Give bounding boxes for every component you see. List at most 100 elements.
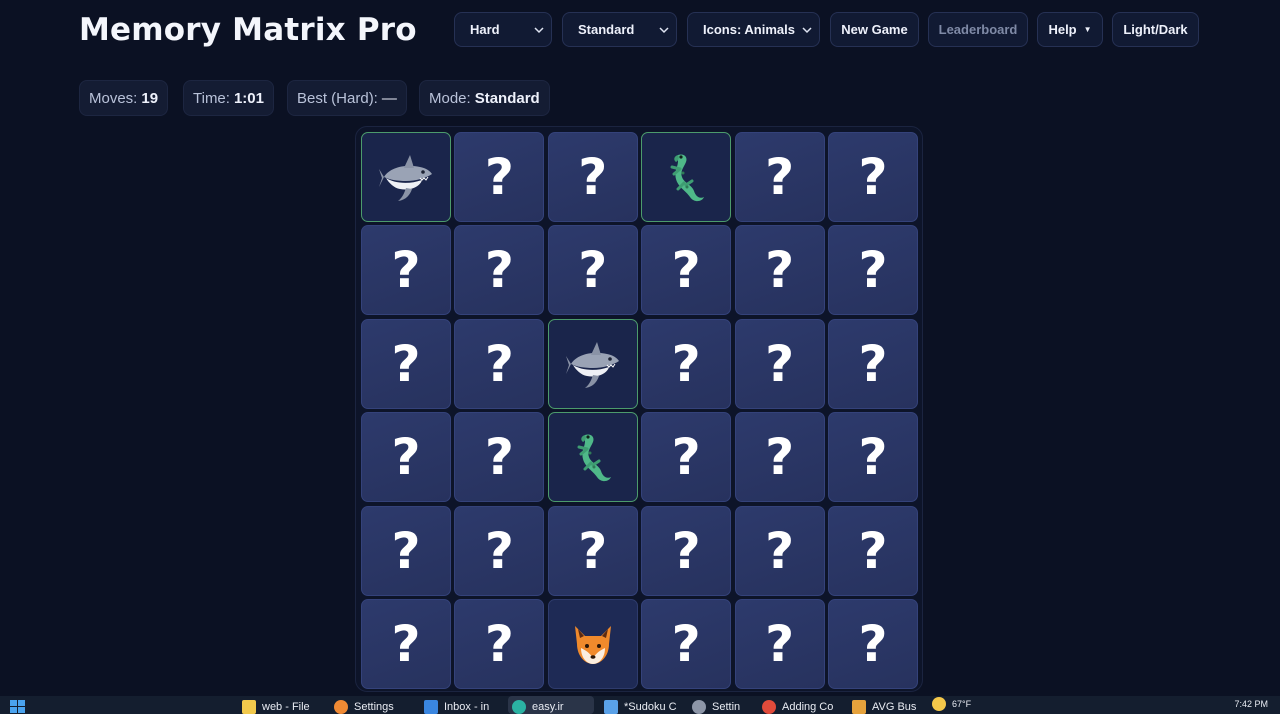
question-mark-icon: ? (671, 334, 701, 393)
taskbar-item[interactable]: Inbox - in (424, 700, 489, 714)
weather-widget[interactable]: 67°F (932, 697, 971, 711)
card-hidden[interactable]: ? (641, 412, 732, 503)
shark-icon (565, 341, 619, 388)
taskbar-item[interactable]: web - File (242, 700, 310, 714)
difficulty-value: Hard (470, 22, 500, 37)
question-mark-icon: ? (858, 428, 888, 487)
caret-down-icon: ▼ (1083, 25, 1092, 34)
mode-value: Standard (578, 22, 635, 37)
card-hidden[interactable]: ? (547, 132, 638, 222)
card-hidden[interactable]: ? (641, 505, 732, 596)
taskbar-item[interactable]: Settin (692, 700, 740, 714)
best-label: Best (Hard): (297, 89, 378, 107)
best-value: — (381, 89, 397, 107)
lizard-icon (577, 434, 611, 482)
card-hidden[interactable]: ? (641, 599, 732, 689)
weather-icon (932, 697, 946, 711)
card-hidden[interactable]: ? (454, 505, 545, 596)
card-hidden[interactable]: ? (454, 412, 545, 503)
taskbar-item[interactable]: easy.ir (512, 700, 564, 714)
question-mark-icon: ? (858, 148, 888, 206)
time-value: 1:01 (233, 89, 264, 107)
question-mark-icon: ? (671, 521, 701, 580)
question-mark-icon: ? (671, 241, 701, 300)
taskbar-item[interactable]: Settings (334, 700, 394, 714)
card-lizard-matched[interactable] (641, 132, 732, 222)
question-mark-icon: ? (484, 521, 514, 580)
mail-icon (424, 700, 438, 714)
question-mark-icon: ? (765, 521, 795, 580)
taskbar-item[interactable]: Adding Co (762, 700, 833, 714)
question-mark-icon: ? (484, 428, 514, 487)
card-hidden[interactable]: ? (734, 318, 825, 409)
card-fox-revealed[interactable] (547, 599, 638, 689)
gear-icon (692, 700, 706, 714)
card-hidden[interactable]: ? (734, 225, 825, 316)
card-hidden[interactable]: ? (641, 225, 732, 316)
taskbar-item-label: web - File (262, 701, 310, 713)
card-hidden[interactable]: ? (828, 132, 918, 222)
taskbar-item-label: *Sudoku C (624, 701, 677, 713)
shark-icon (379, 155, 432, 201)
card-hidden[interactable]: ? (454, 225, 545, 316)
taskbar-item-label: Inbox - in (444, 701, 490, 713)
card-hidden[interactable]: ? (361, 225, 451, 316)
taskbar-item[interactable]: *Sudoku C (604, 700, 677, 714)
weather-temp: 67°F (952, 699, 972, 709)
moves-value: 19 (141, 89, 159, 107)
taskbar-item[interactable]: AVG Bus (852, 700, 916, 714)
question-mark-icon: ? (484, 615, 514, 673)
question-mark-icon: ? (484, 241, 514, 300)
card-hidden[interactable]: ? (734, 505, 825, 596)
taskbar-item-label: Settings (354, 701, 394, 713)
card-hidden[interactable]: ? (641, 318, 732, 409)
mode-stat-value: Standard (474, 89, 540, 107)
card-hidden[interactable]: ? (361, 412, 451, 503)
question-mark-icon: ? (391, 241, 421, 300)
notepad-icon (604, 700, 618, 714)
leaderboard-button[interactable]: Leaderboard (928, 12, 1028, 47)
mode-select[interactable]: Standard (562, 12, 677, 47)
card-hidden[interactable]: ? (361, 505, 451, 596)
card-hidden[interactable]: ? (454, 318, 545, 409)
difficulty-select[interactable]: Hard (454, 12, 552, 47)
taskbar-item-label: easy.ir (532, 701, 564, 713)
icons-value: Icons: Animals (703, 22, 795, 37)
card-hidden[interactable]: ? (454, 599, 545, 689)
question-mark-icon: ? (391, 615, 421, 673)
card-hidden[interactable]: ? (828, 412, 918, 503)
card-shark-matched[interactable] (361, 132, 451, 222)
time-label: Time: (193, 89, 230, 107)
theme-toggle-button[interactable]: Light/Dark (1112, 12, 1199, 47)
icons-select[interactable]: Icons: Animals (687, 12, 820, 47)
card-shark-matched[interactable] (547, 318, 638, 409)
question-mark-icon: ? (391, 334, 421, 393)
help-button[interactable]: Help ▼ (1037, 12, 1103, 47)
card-hidden[interactable]: ? (828, 225, 918, 316)
card-hidden[interactable]: ? (547, 505, 638, 596)
card-hidden[interactable]: ? (547, 225, 638, 316)
moves-label: Moves: (89, 89, 138, 107)
time-stat: Time: 1:01 (183, 80, 274, 116)
card-hidden[interactable]: ? (734, 132, 825, 222)
card-hidden[interactable]: ? (734, 412, 825, 503)
card-hidden[interactable]: ? (828, 599, 918, 689)
avg-icon (852, 700, 866, 714)
help-label: Help (1048, 22, 1077, 37)
card-hidden[interactable]: ? (361, 599, 451, 689)
question-mark-icon: ? (858, 241, 888, 300)
mode-label: Mode: (429, 89, 471, 107)
card-hidden[interactable]: ? (454, 132, 545, 222)
card-hidden[interactable]: ? (361, 318, 451, 409)
taskbar-item-label: Adding Co (782, 701, 834, 713)
card-hidden[interactable]: ? (828, 505, 918, 596)
start-button[interactable] (10, 700, 26, 714)
card-hidden[interactable]: ? (734, 599, 825, 689)
windows-icon (10, 700, 25, 713)
card-lizard-matched[interactable] (547, 412, 638, 503)
system-clock: 7:42 PM (1234, 699, 1268, 709)
card-hidden[interactable]: ? (828, 318, 918, 409)
question-mark-icon: ? (765, 615, 795, 673)
new-game-button[interactable]: New Game (830, 12, 919, 47)
firefox-icon (334, 700, 348, 714)
